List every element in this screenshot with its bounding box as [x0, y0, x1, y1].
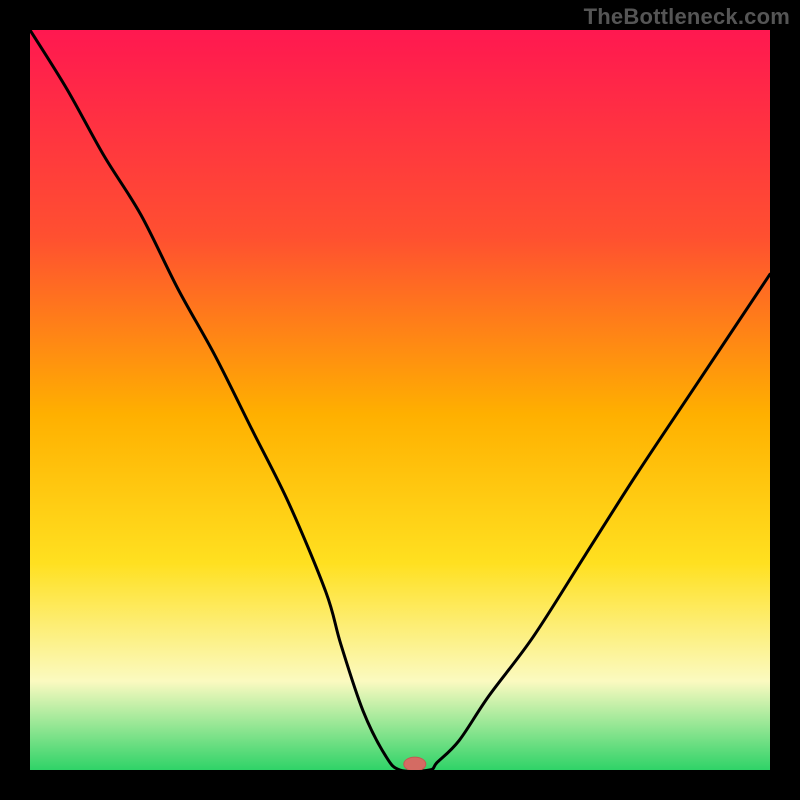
chart-frame: TheBottleneck.com: [0, 0, 800, 800]
gradient-background: [30, 30, 770, 770]
plot-area: [30, 30, 770, 770]
optimal-point-marker: [404, 757, 426, 770]
watermark-text: TheBottleneck.com: [584, 4, 790, 30]
plot-svg: [30, 30, 770, 770]
